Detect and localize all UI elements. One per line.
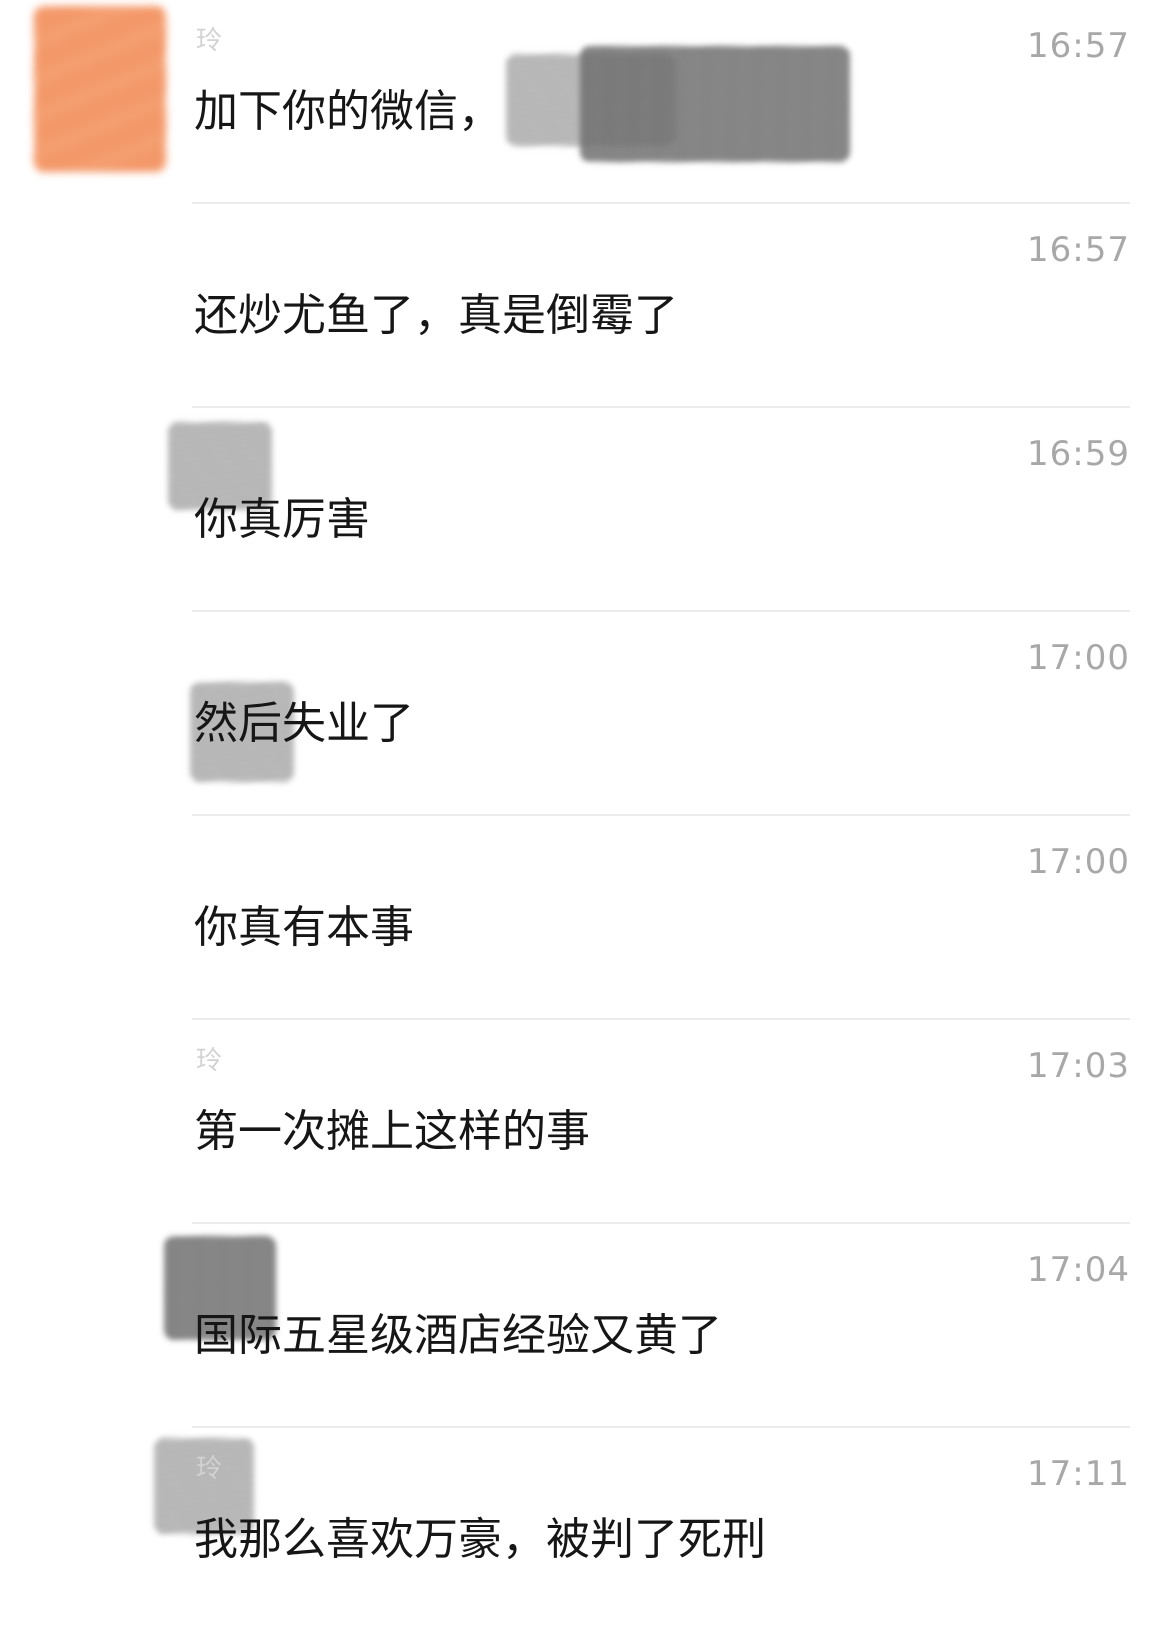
message-text: 还炒尤鱼了，真是倒霉了 — [194, 290, 678, 341]
text-redaction — [580, 46, 850, 162]
message-text: 加下你的微信， — [194, 86, 502, 137]
message-time: 17:04 — [1027, 1250, 1130, 1290]
message-text: 然后失业了 — [194, 698, 414, 749]
message-row[interactable]: 16:59 你真厉害 — [0, 408, 1160, 612]
message-text: 第一次摊上这样的事 — [194, 1106, 590, 1157]
sender-name: 玲 — [196, 1454, 223, 1484]
message-time: 17:00 — [1027, 842, 1130, 882]
message-text: 国际五星级酒店经验又黄了 — [194, 1310, 722, 1361]
message-row[interactable]: 玲 17:11 我那么喜欢万豪，被判了死刑 — [0, 1428, 1160, 1632]
message-row[interactable]: 玲 17:03 第一次摊上这样的事 — [0, 1020, 1160, 1224]
message-text: 我那么喜欢万豪，被判了死刑 — [194, 1514, 766, 1565]
chat-history-list: 玲 16:57 加下你的微信， 16:57 还炒尤鱼了，真是倒霉了 16:59 … — [0, 0, 1160, 1632]
message-time: 17:00 — [1027, 638, 1130, 678]
message-row[interactable]: 17:00 你真有本事 — [0, 816, 1160, 1020]
message-row[interactable]: 17:00 然后失业了 — [0, 612, 1160, 816]
avatar-redaction — [34, 6, 166, 172]
message-row[interactable]: 17:04 国际五星级酒店经验又黄了 — [0, 1224, 1160, 1428]
message-time: 17:11 — [1027, 1454, 1130, 1494]
sender-name: 玲 — [196, 26, 223, 56]
message-time: 17:03 — [1027, 1046, 1130, 1086]
message-time: 16:59 — [1027, 434, 1130, 474]
sender-name: 玲 — [196, 1046, 223, 1076]
message-row[interactable]: 玲 16:57 加下你的微信， — [0, 0, 1160, 204]
message-text: 你真厉害 — [194, 494, 370, 545]
message-row[interactable]: 16:57 还炒尤鱼了，真是倒霉了 — [0, 204, 1160, 408]
message-time: 16:57 — [1027, 26, 1130, 66]
message-text: 你真有本事 — [194, 902, 414, 953]
message-time: 16:57 — [1027, 230, 1130, 270]
